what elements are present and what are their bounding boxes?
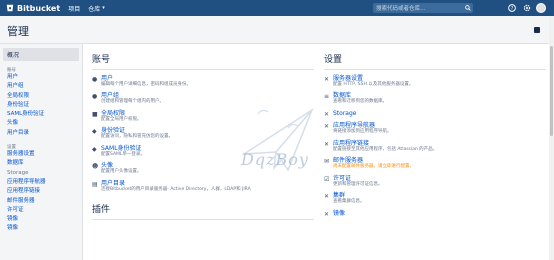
- users-icon: ●: [92, 93, 98, 100]
- paper-plane-icon: [241, 108, 314, 172]
- page-title: 管理: [7, 25, 29, 38]
- entry-server-settings-link[interactable]: 服务器设置: [333, 75, 546, 82]
- entry-cluster-link[interactable]: 集群: [333, 192, 546, 199]
- entry-storage: ✕ Storage: [324, 110, 546, 118]
- sidebar-item-user-directories[interactable]: 用户目录: [0, 129, 82, 138]
- admin-sidebar: 概况 账号 用户 用户组 全局权限 身份验证 SAML身份验证 头像 用户目录 …: [0, 44, 83, 260]
- entry-licensing-link[interactable]: 许可证: [333, 175, 546, 182]
- entry-users: ● 用户 编辑每个用户详细信息，密码和组成员身份。: [92, 75, 314, 88]
- lock-icon: ■: [92, 110, 98, 118]
- search-input[interactable]: 搜索代码或者仓库...: [373, 3, 473, 13]
- entry-app-navigator: ✕ 应用程序导航器 将链接添加到应用程序导航。: [324, 122, 546, 135]
- bitbucket-logo[interactable]: Bitbucket: [6, 4, 60, 13]
- sidebar-item-authentication[interactable]: 身份验证: [0, 101, 82, 110]
- nav-repositories[interactable]: 仓库 ▾: [88, 4, 105, 13]
- entry-users-link[interactable]: 用户: [101, 75, 314, 82]
- entry-mail-server-warning: 尚未配置邮件服务器。请立即进行配置。: [333, 164, 414, 169]
- entry-database-desc: 查看和迁移到您的数据库。: [333, 99, 387, 104]
- account-section-title: 账号: [92, 52, 314, 70]
- entry-app-navigator-desc: 将链接添加到应用程序导航。: [333, 129, 392, 134]
- sidebar-item-app-links[interactable]: 应用程序链接: [0, 187, 82, 196]
- entry-app-navigator-link[interactable]: 应用程序导航器: [333, 122, 546, 129]
- entry-cluster-desc: 查看集群信息。: [333, 199, 365, 204]
- shield-icon: ◆: [92, 145, 97, 153]
- nav-repositories-label: 仓库: [88, 5, 101, 13]
- entry-server-settings-desc: 配置 HTTP, SSH 以及其他服务器设置。: [333, 81, 414, 87]
- wrench-icon: ✕: [324, 193, 330, 200]
- sidebar-item-mirrors[interactable]: 镜像: [0, 215, 82, 224]
- database-icon: ≡: [324, 93, 330, 100]
- entry-server-settings: ✕ 服务器设置 配置 HTTP, SSH 以及其他服务器设置。: [324, 75, 546, 88]
- entry-mail-server: ✉ 邮件服务器 尚未配置邮件服务器。请立即进行配置。: [324, 157, 546, 170]
- settings-section-title: 设置: [324, 52, 546, 70]
- entry-mail-server-link[interactable]: 邮件服务器: [333, 157, 546, 164]
- directory-icon: ▤: [92, 180, 98, 188]
- entry-database: ≡ 数据库 查看和迁移到您的数据库。: [324, 92, 546, 105]
- entry-database-link[interactable]: 数据库: [333, 92, 546, 99]
- sidebar-item-overview[interactable]: 概况: [3, 48, 79, 61]
- user-icon: ●: [92, 75, 98, 83]
- wrench-icon: ✕: [324, 140, 330, 148]
- entry-cluster: ✕ 集群 查看集群信息。: [324, 192, 546, 205]
- mail-icon: ✉: [324, 158, 330, 165]
- sidebar-item-licensing[interactable]: 许可证: [0, 206, 82, 215]
- wrench-icon: ✕: [324, 75, 330, 83]
- search-placeholder: 搜索代码或者仓库...: [376, 6, 426, 12]
- wrench-icon: ✕: [324, 123, 330, 130]
- sidebar-item-app-navigator[interactable]: 应用程序导航器: [0, 178, 82, 187]
- page-header: 管理: [0, 16, 554, 44]
- entry-licensing: ☑ 许可证 更新和管理许可证信息。: [324, 175, 546, 188]
- sidebar-item-users[interactable]: 用户: [0, 73, 82, 82]
- chevron-down-icon: ▾: [102, 5, 105, 11]
- top-nav-bar: Bitbucket 项目 仓库 ▾ 搜索代码或者仓库... ?: [0, 0, 554, 16]
- sidebar-item-avatars[interactable]: 头像: [0, 119, 82, 128]
- watermark-text: DqzBoy: [241, 150, 309, 169]
- entry-mirrors: ✕ 镜像: [324, 210, 546, 218]
- sidebar-item-groups[interactable]: 用户组: [0, 82, 82, 91]
- entry-app-links-desc: 配置链接至其他应用程序，包括 Atlassian 的产品。: [333, 146, 438, 152]
- page-scrollbar[interactable]: [549, 16, 554, 260]
- entry-app-links: ✕ 应用程序链接 配置链接至其他应用程序，包括 Atlassian 的产品。: [324, 140, 546, 153]
- brand-name: Bitbucket: [17, 3, 61, 13]
- avatar-icon: ☻: [92, 163, 99, 170]
- sidebar-item-global-permissions[interactable]: 全局权限: [0, 92, 82, 101]
- entry-storage-link[interactable]: Storage: [333, 110, 546, 117]
- shield-icon: ◆: [92, 128, 97, 135]
- sidebar-item-mirrors-2[interactable]: 镜像: [0, 224, 82, 233]
- bitbucket-icon: [6, 4, 14, 12]
- settings-section: 设置 ✕ 服务器设置 配置 HTTP, SSH 以及其他服务器设置。 ≡ 数据库查…: [324, 44, 546, 218]
- plugins-section-title: 插件: [92, 202, 314, 220]
- entry-users-desc: 编辑每个用户详细信息，密码和组成员身份。: [101, 81, 191, 87]
- search-icon[interactable]: [463, 3, 473, 13]
- admin-gear-icon[interactable]: [521, 2, 533, 14]
- wrench-icon: ✕: [324, 110, 330, 118]
- entry-mirrors-link[interactable]: 镜像: [333, 210, 546, 217]
- nav-projects[interactable]: 项目: [68, 4, 80, 13]
- scrollbar-thumb[interactable]: [550, 46, 553, 136]
- help-square-icon[interactable]: [534, 27, 540, 33]
- sidebar-item-server-settings[interactable]: 服务器设置: [0, 150, 82, 159]
- wrench-icon: ✕: [324, 210, 330, 218]
- avatar[interactable]: [536, 3, 546, 13]
- entry-licensing-desc: 更新和管理许可证信息。: [333, 181, 383, 187]
- entry-app-links-link[interactable]: 应用程序链接: [333, 140, 546, 147]
- help-icon[interactable]: ?: [506, 2, 518, 14]
- nav-projects-label: 项目: [68, 5, 81, 13]
- sidebar-item-mail-server[interactable]: 邮件服务器: [0, 197, 82, 206]
- sidebar-item-storage[interactable]: Storage: [0, 169, 82, 178]
- sidebar-item-database[interactable]: 数据库: [0, 159, 82, 168]
- sidebar-item-saml[interactable]: SAML身份验证: [0, 110, 82, 119]
- license-icon: ☑: [324, 175, 330, 183]
